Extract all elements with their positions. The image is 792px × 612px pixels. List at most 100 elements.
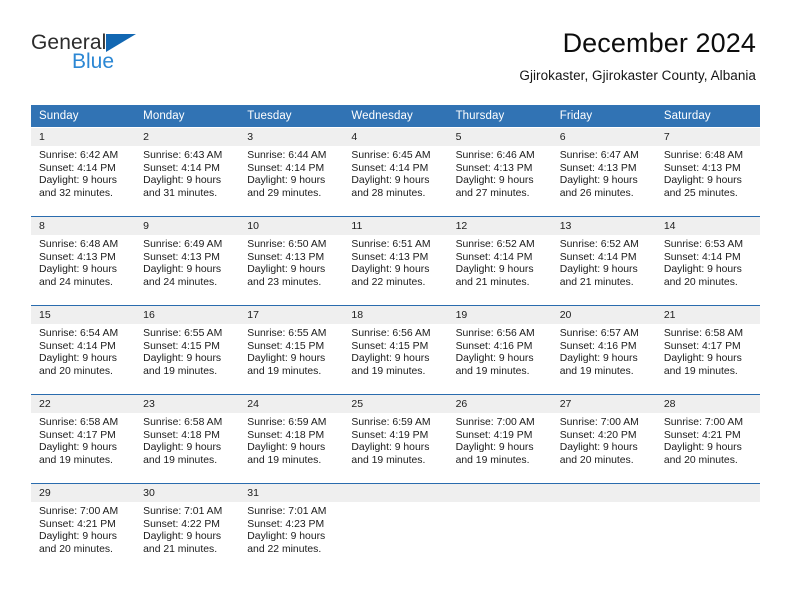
daylight-line2: and 19 minutes.	[247, 365, 322, 377]
day-number: 20	[551, 306, 656, 324]
daylight-line1: Daylight: 9 hours	[559, 442, 638, 454]
daylight-line1: Daylight: 9 hours	[455, 442, 534, 454]
sunrise-text: Sunrise: 6:50 AM	[247, 239, 327, 250]
day-cell[interactable]: 24 Sunrise: 6:59 AM Sunset: 4:18 PM Dayl…	[239, 395, 344, 475]
sunrise-text: Sunrise: 6:53 AM	[663, 239, 743, 250]
day-details: Sunrise: 6:44 AM Sunset: 4:14 PM Dayligh…	[239, 146, 343, 200]
day-cell[interactable]: 23 Sunrise: 6:58 AM Sunset: 4:18 PM Dayl…	[135, 395, 240, 475]
day-number: 4	[343, 128, 448, 146]
sunrise-text: Sunrise: 6:58 AM	[143, 417, 223, 428]
daylight-line2: and 24 minutes.	[39, 276, 113, 288]
day-cell[interactable]: 21 Sunrise: 6:58 AM Sunset: 4:17 PM Dayl…	[655, 306, 760, 386]
day-cell[interactable]: 10 Sunrise: 6:50 AM Sunset: 4:13 PM Dayl…	[239, 217, 344, 297]
daylight-line2: and 23 minutes.	[247, 276, 322, 288]
day-cell[interactable]: 7 Sunrise: 6:48 AM Sunset: 4:13 PM Dayli…	[655, 128, 760, 208]
day-cell[interactable]: 5 Sunrise: 6:46 AM Sunset: 4:13 PM Dayli…	[447, 128, 552, 208]
daylight-line2: and 19 minutes.	[39, 454, 113, 466]
day-details: Sunrise: 6:58 AM Sunset: 4:17 PM Dayligh…	[31, 413, 135, 467]
sunset-text: Sunset: 4:19 PM	[351, 429, 429, 441]
day-cell[interactable]: 15 Sunrise: 6:54 AM Sunset: 4:14 PM Dayl…	[31, 306, 136, 386]
sunrise-text: Sunrise: 7:00 AM	[663, 417, 743, 428]
day-cell[interactable]: 19 Sunrise: 6:56 AM Sunset: 4:16 PM Dayl…	[447, 306, 552, 386]
daylight-line2: and 19 minutes.	[143, 454, 218, 466]
day-number: 26	[447, 395, 552, 413]
day-cell[interactable]: 31 Sunrise: 7:01 AM Sunset: 4:23 PM Dayl…	[239, 484, 344, 564]
day-number: 10	[239, 217, 344, 235]
day-cell[interactable]: 13 Sunrise: 6:52 AM Sunset: 4:14 PM Dayl…	[551, 217, 656, 297]
day-details: Sunrise: 6:52 AM Sunset: 4:14 PM Dayligh…	[552, 235, 656, 289]
sunset-text: Sunset: 4:20 PM	[559, 429, 637, 441]
day-cell[interactable]: 18 Sunrise: 6:56 AM Sunset: 4:15 PM Dayl…	[343, 306, 448, 386]
generalblue-logo[interactable]: General Blue	[31, 32, 221, 80]
daylight-line2: and 22 minutes.	[351, 276, 426, 288]
day-number: 21	[655, 306, 760, 324]
day-cell[interactable]: 14 Sunrise: 6:53 AM Sunset: 4:14 PM Dayl…	[655, 217, 760, 297]
day-cell[interactable]: 8 Sunrise: 6:48 AM Sunset: 4:13 PM Dayli…	[31, 217, 136, 297]
day-details: Sunrise: 6:46 AM Sunset: 4:13 PM Dayligh…	[448, 146, 552, 200]
day-number: 6	[551, 128, 656, 146]
day-number: 19	[447, 306, 552, 324]
sunset-text: Sunset: 4:19 PM	[455, 429, 533, 441]
day-cell[interactable]: 12 Sunrise: 6:52 AM Sunset: 4:14 PM Dayl…	[447, 217, 552, 297]
day-cell[interactable]: 29 Sunrise: 7:00 AM Sunset: 4:21 PM Dayl…	[31, 484, 136, 564]
day-number: 2	[135, 128, 240, 146]
sunset-text: Sunset: 4:13 PM	[247, 251, 325, 263]
sunset-text: Sunset: 4:21 PM	[39, 518, 116, 530]
daylight-line2: and 24 minutes.	[143, 276, 218, 288]
week-row: 1 Sunrise: 6:42 AM Sunset: 4:14 PM Dayli…	[31, 128, 760, 208]
sunrise-text: Sunrise: 6:55 AM	[143, 328, 223, 339]
daylight-line1: Daylight: 9 hours	[663, 442, 742, 454]
weekday-header-thursday: Thursday	[455, 110, 505, 122]
day-number: 14	[655, 217, 760, 235]
daylight-line1: Daylight: 9 hours	[143, 442, 222, 454]
day-cell[interactable]: 9 Sunrise: 6:49 AM Sunset: 4:13 PM Dayli…	[135, 217, 240, 297]
daylight-line2: and 20 minutes.	[663, 454, 738, 466]
day-number: 11	[343, 217, 448, 235]
day-number: 31	[239, 484, 344, 502]
day-cell[interactable]: 4 Sunrise: 6:45 AM Sunset: 4:14 PM Dayli…	[343, 128, 448, 208]
day-cell[interactable]: 20 Sunrise: 6:57 AM Sunset: 4:16 PM Dayl…	[551, 306, 656, 386]
day-cell[interactable]: 11 Sunrise: 6:51 AM Sunset: 4:13 PM Dayl…	[343, 217, 448, 297]
daylight-line2: and 31 minutes.	[143, 187, 218, 199]
weekday-header-tuesday: Tuesday	[247, 110, 292, 122]
day-cell[interactable]: 28 Sunrise: 7:00 AM Sunset: 4:21 PM Dayl…	[655, 395, 760, 475]
day-cell[interactable]: 27 Sunrise: 7:00 AM Sunset: 4:20 PM Dayl…	[551, 395, 656, 475]
day-cell[interactable]: 26 Sunrise: 7:00 AM Sunset: 4:19 PM Dayl…	[447, 395, 552, 475]
day-number: 1	[31, 128, 136, 146]
day-details: Sunrise: 7:01 AM Sunset: 4:22 PM Dayligh…	[135, 502, 239, 556]
day-details: Sunrise: 6:56 AM Sunset: 4:16 PM Dayligh…	[448, 324, 552, 378]
day-cell[interactable]: 25 Sunrise: 6:59 AM Sunset: 4:19 PM Dayl…	[343, 395, 448, 475]
day-details: Sunrise: 6:43 AM Sunset: 4:14 PM Dayligh…	[135, 146, 239, 200]
logo-triangle-icon	[106, 34, 136, 52]
daylight-line2: and 27 minutes.	[455, 187, 530, 199]
day-details: Sunrise: 6:55 AM Sunset: 4:15 PM Dayligh…	[239, 324, 343, 378]
day-cell[interactable]: 1 Sunrise: 6:42 AM Sunset: 4:14 PM Dayli…	[31, 128, 136, 208]
sunrise-text: Sunrise: 6:43 AM	[143, 150, 223, 161]
daylight-line1: Daylight: 9 hours	[663, 175, 742, 187]
day-cell[interactable]: 30 Sunrise: 7:01 AM Sunset: 4:22 PM Dayl…	[135, 484, 240, 564]
sunrise-text: Sunrise: 7:01 AM	[247, 506, 327, 517]
daylight-line1: Daylight: 9 hours	[663, 353, 742, 365]
day-cell[interactable]: 3 Sunrise: 6:44 AM Sunset: 4:14 PM Dayli…	[239, 128, 344, 208]
daylight-line1: Daylight: 9 hours	[39, 175, 117, 187]
weekday-header-row: Sunday Monday Tuesday Wednesday Thursday…	[31, 105, 760, 127]
day-cell[interactable]: 17 Sunrise: 6:55 AM Sunset: 4:15 PM Dayl…	[239, 306, 344, 386]
day-details: Sunrise: 6:59 AM Sunset: 4:19 PM Dayligh…	[343, 413, 447, 467]
sunset-text: Sunset: 4:15 PM	[351, 340, 429, 352]
day-details: Sunrise: 6:45 AM Sunset: 4:14 PM Dayligh…	[343, 146, 447, 200]
daylight-line2: and 19 minutes.	[559, 365, 634, 377]
day-number	[447, 484, 552, 502]
daylight-line1: Daylight: 9 hours	[663, 264, 742, 276]
weekday-header-friday: Friday	[559, 110, 593, 122]
day-cell[interactable]: 22 Sunrise: 6:58 AM Sunset: 4:17 PM Dayl…	[31, 395, 136, 475]
sunrise-text: Sunrise: 7:00 AM	[455, 417, 535, 428]
sunrise-text: Sunrise: 6:44 AM	[247, 150, 327, 161]
sunrise-text: Sunrise: 6:45 AM	[351, 150, 431, 161]
day-cell[interactable]: 2 Sunrise: 6:43 AM Sunset: 4:14 PM Dayli…	[135, 128, 240, 208]
day-cell[interactable]: 6 Sunrise: 6:47 AM Sunset: 4:13 PM Dayli…	[551, 128, 656, 208]
day-cell[interactable]: 16 Sunrise: 6:55 AM Sunset: 4:15 PM Dayl…	[135, 306, 240, 386]
sunrise-text: Sunrise: 7:01 AM	[143, 506, 223, 517]
daylight-line1: Daylight: 9 hours	[351, 353, 430, 365]
sunrise-text: Sunrise: 6:59 AM	[351, 417, 431, 428]
week-row: 8 Sunrise: 6:48 AM Sunset: 4:13 PM Dayli…	[31, 216, 760, 297]
